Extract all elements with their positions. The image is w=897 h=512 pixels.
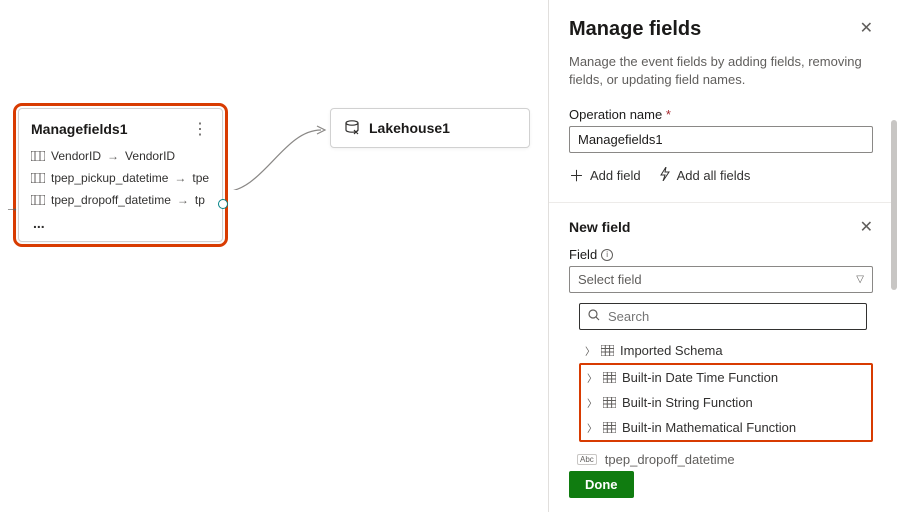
operation-name-input[interactable] xyxy=(569,126,873,153)
node-title: Lakehouse1 xyxy=(369,120,450,136)
field-from: VendorID xyxy=(51,149,101,163)
schema-item-string[interactable]: 〉 Built-in String Function xyxy=(581,390,871,415)
schema-item-imported[interactable]: 〉 Imported Schema xyxy=(579,338,873,363)
field-mapping-row: tpep_pickup_datetime → tpe xyxy=(31,171,210,185)
node-title: Managefields1 xyxy=(31,121,127,137)
field-to: tp xyxy=(195,193,205,207)
field-select[interactable]: Select field ▽ xyxy=(569,266,873,293)
lakehouse-icon xyxy=(343,119,361,137)
close-section-icon[interactable]: ✕ xyxy=(860,217,873,237)
select-placeholder: Select field xyxy=(578,272,642,287)
info-icon[interactable]: i xyxy=(601,249,613,261)
close-icon[interactable]: ✕ xyxy=(860,18,873,38)
search-box[interactable] xyxy=(579,303,867,330)
panel-title: Manage fields xyxy=(569,18,701,41)
canvas-area[interactable]: → Managefields1 ⋮ VendorID → VendorID tp… xyxy=(0,0,548,512)
existing-field-name: tpep_dropoff_datetime xyxy=(605,452,735,467)
bolt-icon xyxy=(659,167,671,184)
string-type-icon: Abc xyxy=(577,454,597,465)
schema-item-label: Imported Schema xyxy=(620,343,723,358)
manage-fields-panel: Manage fields ✕ Manage the event fields … xyxy=(548,0,897,512)
search-input[interactable] xyxy=(608,309,858,324)
lakehouse-node[interactable]: Lakehouse1 xyxy=(330,108,530,148)
field-mapping-row: VendorID → VendorID xyxy=(31,149,210,163)
add-all-fields-button[interactable]: Add all fields xyxy=(659,165,751,186)
table-icon xyxy=(603,372,616,383)
schema-builtin-group: 〉 Built-in Date Time Function 〉 Built-in… xyxy=(579,363,873,442)
column-icon xyxy=(31,195,45,205)
field-to: VendorID xyxy=(125,149,175,163)
field-from: tpep_dropoff_datetime xyxy=(51,193,171,207)
search-icon xyxy=(588,309,600,324)
schema-item-label: Built-in Mathematical Function xyxy=(622,420,796,435)
new-field-title: New field xyxy=(569,219,630,235)
field-label: Field xyxy=(569,247,597,262)
add-field-label: Add field xyxy=(590,168,641,183)
column-icon xyxy=(31,173,45,183)
chevron-right-icon: 〉 xyxy=(587,370,597,385)
table-icon xyxy=(603,422,616,433)
input-port-icon: → xyxy=(5,199,19,215)
arrow-icon: → xyxy=(177,193,189,207)
field-from: tpep_pickup_datetime xyxy=(51,171,168,185)
schema-list: 〉 Imported Schema 〉 Built-in Date Time F… xyxy=(579,338,873,442)
chevron-down-icon: ▽ xyxy=(856,274,864,285)
add-all-fields-label: Add all fields xyxy=(677,168,751,183)
node-menu-icon[interactable]: ⋮ xyxy=(190,119,210,139)
column-icon xyxy=(31,151,45,161)
schema-item-datetime[interactable]: 〉 Built-in Date Time Function xyxy=(581,365,871,390)
add-field-button[interactable]: ＋ Add field xyxy=(569,165,641,186)
plus-icon: ＋ xyxy=(569,165,584,186)
more-fields-indicator[interactable]: ... xyxy=(31,215,210,231)
done-button[interactable]: Done xyxy=(569,471,634,498)
table-icon xyxy=(601,345,614,356)
field-to: tpe xyxy=(192,171,209,185)
managefields-node[interactable]: → Managefields1 ⋮ VendorID → VendorID tp… xyxy=(18,108,223,242)
panel-description: Manage the event fields by adding fields… xyxy=(569,53,873,89)
chevron-right-icon: 〉 xyxy=(587,420,597,435)
scrollbar-thumb[interactable] xyxy=(891,120,897,290)
chevron-right-icon: 〉 xyxy=(587,395,597,410)
table-icon xyxy=(603,397,616,408)
output-port[interactable] xyxy=(218,199,228,209)
operation-name-label: Operation name * xyxy=(569,107,873,122)
chevron-right-icon: 〉 xyxy=(585,343,595,358)
existing-field-row: Abc tpep_dropoff_datetime xyxy=(569,446,873,473)
arrow-icon: → xyxy=(174,171,186,185)
schema-item-math[interactable]: 〉 Built-in Mathematical Function xyxy=(581,415,871,440)
field-mapping-row: tpep_dropoff_datetime → tp xyxy=(31,193,210,207)
divider xyxy=(549,202,897,203)
arrow-icon: → xyxy=(107,149,119,163)
schema-item-label: Built-in Date Time Function xyxy=(622,370,778,385)
connector-line xyxy=(223,120,338,190)
schema-item-label: Built-in String Function xyxy=(622,395,753,410)
